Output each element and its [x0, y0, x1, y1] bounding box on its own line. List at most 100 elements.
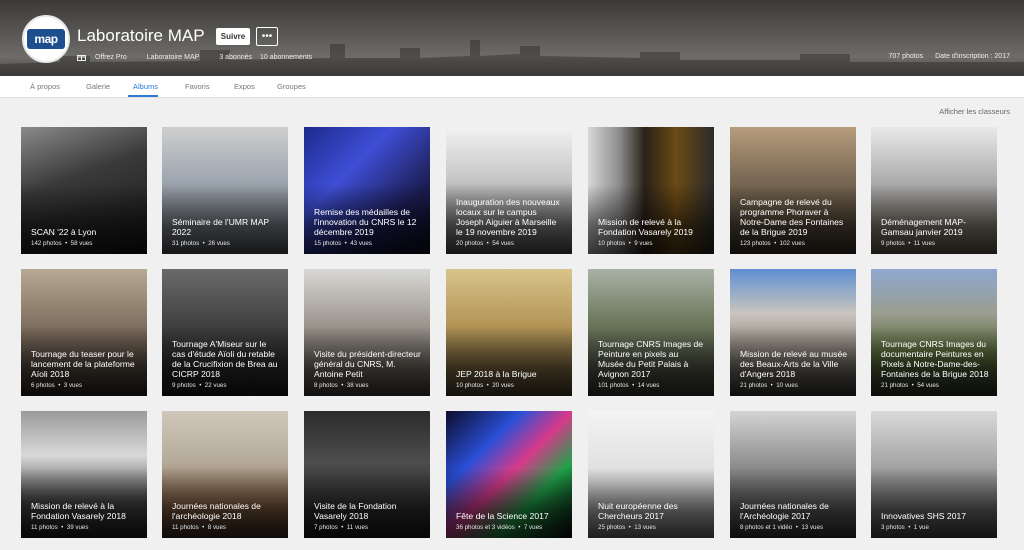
- separator-dot: •: [904, 524, 914, 531]
- album-card[interactable]: Remise des médailles de l'innovation du …: [304, 127, 430, 254]
- tab-albums[interactable]: Albums: [133, 82, 158, 91]
- album-photo-count: 10 photos: [456, 382, 484, 389]
- album-photo-count: 15 photos: [314, 240, 342, 247]
- album-card[interactable]: Mission de relevé à la Fondation Vasarel…: [588, 127, 714, 254]
- album-view-count: 43 vues: [350, 240, 372, 247]
- real-name: Laboratoire MAP: [146, 53, 200, 61]
- album-photo-count: 6 photos: [31, 382, 55, 389]
- album-title: Fête de la Science 2017: [456, 511, 549, 521]
- album-view-count: 9 vues: [634, 240, 653, 247]
- album-card[interactable]: Déménagement MAP-Gamsau janvier 2019 9 ph…: [871, 127, 997, 254]
- avatar[interactable]: map: [22, 15, 70, 63]
- album-card[interactable]: JEP 2018 à la Brigue 10 photos • 20 vues: [446, 269, 572, 396]
- offer-pro-link[interactable]: Offrez Pro: [95, 54, 127, 61]
- album-meta: 31 photos • 26 vues: [172, 240, 230, 247]
- album-meta: 9 photos • 22 vues: [172, 382, 226, 389]
- album-title: Campagne de relevé du programme Phoraver…: [740, 197, 844, 237]
- album-card[interactable]: Journées nationales de l'archéologie 201…: [162, 411, 288, 538]
- album-photo-count: 25 photos: [598, 524, 626, 531]
- album-view-count: 102 vues: [779, 240, 805, 247]
- join-date: Date d'inscription : 2017: [935, 53, 1010, 60]
- album-meta: 9 photos • 11 vues: [881, 240, 935, 247]
- album-view-count: 20 vues: [492, 382, 514, 389]
- separator-dot: •: [904, 240, 914, 247]
- profile-stats: 707 photos Date d'inscription : 2017: [876, 53, 1010, 60]
- album-title: Tournage CNRS Images du documentaire Pei…: [881, 339, 989, 379]
- album-meta: 7 photos • 11 vues: [314, 524, 368, 531]
- album-card[interactable]: Inauguration des nouveaux locaux sur le …: [446, 127, 572, 254]
- album-title: Mission de relevé à la Fondation Vasarel…: [598, 217, 693, 237]
- album-photo-count: 9 photos: [172, 382, 196, 389]
- album-card[interactable]: SCAN '22 à Lyon 142 photos • 58 vues: [21, 127, 147, 254]
- follow-button[interactable]: Suivre: [216, 28, 250, 45]
- album-title: Visite du président-directeur général du…: [314, 349, 421, 379]
- tab-gallery[interactable]: Galerie: [86, 82, 110, 91]
- album-view-count: 13 vues: [801, 524, 824, 531]
- album-meta: 15 photos • 43 vues: [314, 240, 372, 247]
- album-card[interactable]: Mission de relevé à la Fondation Vasarel…: [21, 411, 147, 538]
- album-meta: 10 photos • 9 vues: [598, 240, 652, 247]
- album-card[interactable]: Mission de relevé au musée des Beaux-Art…: [730, 269, 856, 396]
- separator-dot: •: [198, 524, 208, 531]
- album-meta: 8 photos et 1 vidéo • 13 vues: [740, 524, 823, 531]
- profile-meta: Offrez Pro Laboratoire MAP 3 abonnés 10 …: [77, 53, 332, 61]
- separator-dot: •: [792, 524, 802, 531]
- album-title: Déménagement MAP-Gamsau janvier 2019: [881, 217, 967, 237]
- album-title: Inauguration des nouveaux locaux sur le …: [456, 197, 560, 237]
- album-card[interactable]: Tournage CNRS Images du documentaire Pei…: [871, 269, 997, 396]
- album-meta: 36 photos et 3 vidéos • 7 vues: [456, 524, 542, 531]
- tab-galleries[interactable]: Expos: [234, 82, 255, 91]
- album-view-count: 26 vues: [208, 240, 230, 247]
- tab-groups[interactable]: Groupes: [277, 82, 306, 91]
- album-photo-count: 7 photos: [314, 524, 338, 531]
- album-photo-count: 11 photos: [31, 524, 58, 531]
- album-view-count: 38 vues: [346, 382, 369, 389]
- album-meta: 142 photos • 58 vues: [31, 240, 92, 247]
- album-title: Journées nationales de l'archéologie 201…: [172, 501, 261, 521]
- separator-dot: •: [483, 240, 493, 247]
- separator-dot: •: [483, 382, 493, 389]
- more-options-button[interactable]: •••: [256, 27, 278, 46]
- album-meta: 25 photos • 13 vues: [598, 524, 656, 531]
- followers-count[interactable]: 3 abonnés: [219, 54, 252, 61]
- following-count[interactable]: 10 abonnements: [260, 54, 312, 61]
- album-card[interactable]: Innovatives SHS 2017 3 photos • 1 vue: [871, 411, 997, 538]
- album-view-count: 8 vues: [207, 524, 227, 531]
- tab-favorites[interactable]: Favoris: [185, 82, 210, 91]
- album-title: Mission de relevé au musée des Beaux-Art…: [740, 349, 847, 379]
- album-meta: 10 photos • 20 vues: [456, 382, 514, 389]
- album-card[interactable]: Séminaire de l'UMR MAP 2022 31 photos • 2…: [162, 127, 288, 254]
- album-card[interactable]: Visite du président-directeur général du…: [304, 269, 430, 396]
- album-view-count: 7 vues: [523, 524, 543, 531]
- album-card[interactable]: Tournage CNRS Images de Peinture en pixe…: [588, 269, 714, 396]
- album-photo-count: 36 photos et 3 vidéos: [456, 524, 515, 531]
- profile-name: Laboratoire MAP: [77, 26, 205, 45]
- album-view-count: 13 vues: [634, 524, 656, 531]
- album-title: Tournage CNRS Images de Peinture en pixe…: [598, 339, 704, 379]
- album-card[interactable]: Fête de la Science 2017 36 photos et 3 vi…: [446, 411, 572, 538]
- separator-dot: •: [767, 382, 777, 389]
- album-view-count: 54 vues: [492, 240, 514, 247]
- album-title: Mission de relevé à la Fondation Vasarel…: [31, 501, 126, 521]
- album-card[interactable]: Campagne de relevé du programme Phoraver…: [730, 127, 856, 254]
- gift-icon: [77, 55, 86, 61]
- album-meta: 123 photos • 102 vues: [740, 240, 805, 247]
- album-meta: 6 photos • 3 vues: [31, 382, 82, 389]
- album-view-count: 1 vue: [913, 524, 929, 531]
- tab-about[interactable]: À propos: [30, 82, 60, 91]
- album-card[interactable]: Tournage du teaser pour le lancement de …: [21, 269, 147, 396]
- album-photo-count: 3 photos: [881, 524, 905, 531]
- album-card[interactable]: Journées nationales de l'Archéologie 201…: [730, 411, 856, 538]
- album-meta: 20 photos • 54 vues: [456, 240, 514, 247]
- album-photo-count: 142 photos: [31, 240, 62, 247]
- separator-dot: •: [57, 524, 67, 531]
- album-title: Tournage A'Miseur sur le cas d'étude Aïo…: [172, 339, 278, 379]
- album-card[interactable]: Nuit européenne des Chercheurs 2017 25 ph…: [588, 411, 714, 538]
- album-photo-count: 31 photos: [172, 240, 200, 247]
- show-collections-link[interactable]: Afficher les classeurs: [939, 107, 1010, 116]
- separator-dot: •: [908, 382, 918, 389]
- album-card[interactable]: Tournage A'Miseur sur le cas d'étude Aïo…: [162, 269, 288, 396]
- album-title: Nuit européenne des Chercheurs 2017: [598, 501, 678, 521]
- album-photo-count: 101 photos: [598, 382, 629, 389]
- album-card[interactable]: Visite de la Fondation Vasarely 2018 7 ph…: [304, 411, 430, 538]
